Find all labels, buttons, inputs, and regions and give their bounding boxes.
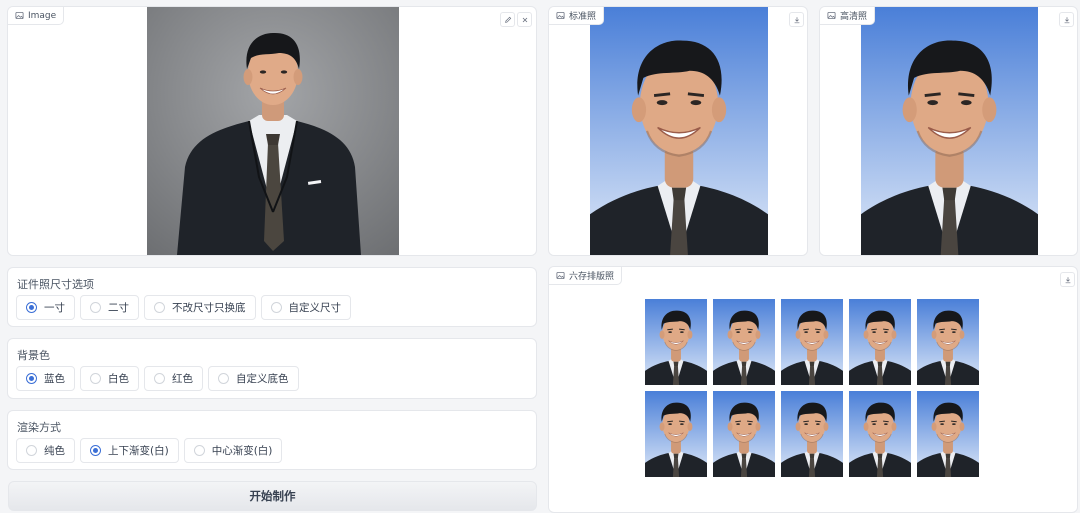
- option-label: 蓝色: [44, 373, 65, 385]
- radio-unselected: [154, 302, 165, 313]
- uploaded-portrait-image[interactable]: [147, 7, 399, 255]
- radio-unselected: [218, 373, 229, 384]
- bg-option-white[interactable]: 白色: [80, 366, 139, 391]
- business-portrait-photo: [147, 7, 399, 255]
- hd-download-button[interactable]: [1059, 12, 1074, 27]
- radio-selected: [26, 373, 37, 384]
- image-label-tag: Image: [8, 7, 65, 25]
- layout-thumb: [645, 299, 707, 385]
- image-panel: Image: [7, 6, 537, 256]
- id-portrait-blue-bg: [861, 7, 1038, 255]
- hd-photo-panel: 高清照: [819, 6, 1078, 256]
- standard-download-button[interactable]: [789, 12, 804, 27]
- background-color-title: 背景色: [17, 349, 50, 362]
- standard-photo-label: 标准照: [569, 12, 597, 22]
- radio-selected: [26, 302, 37, 313]
- hd-photo-label: 高清照: [840, 12, 868, 22]
- layout-thumb: [781, 391, 843, 477]
- render-option-center-gradient[interactable]: 中心渐变(白): [183, 438, 283, 463]
- standard-photo-panel: 标准照: [548, 6, 808, 256]
- size-option-two-inch[interactable]: 二寸: [80, 295, 139, 320]
- radio-unselected: [26, 445, 37, 456]
- layout-thumb: [781, 299, 843, 385]
- option-label: 二寸: [108, 302, 129, 314]
- close-icon: [521, 16, 529, 24]
- size-options-group: 证件照尺寸选项 一寸 二寸 不改尺寸只换底 自定义尺寸: [7, 267, 537, 327]
- size-option-keep-size[interactable]: 不改尺寸只换底: [144, 295, 256, 320]
- image-label: Image: [28, 10, 57, 21]
- image-icon: [556, 271, 565, 280]
- bg-option-blue[interactable]: 蓝色: [16, 366, 75, 391]
- layout-photo-label: 六存排版照: [569, 272, 615, 282]
- download-icon: [793, 16, 801, 24]
- hd-id-photo: [861, 7, 1038, 255]
- download-icon: [1063, 16, 1071, 24]
- option-label: 红色: [172, 373, 193, 385]
- bg-option-custom[interactable]: 自定义底色: [208, 366, 299, 391]
- layout-thumb: [917, 299, 979, 385]
- layout-thumb: [849, 299, 911, 385]
- layout-thumb: [917, 391, 979, 477]
- standard-photo-label-tag: 标准照: [549, 7, 605, 25]
- option-label: 不改尺寸只换底: [172, 302, 246, 314]
- option-label: 自定义底色: [236, 373, 289, 385]
- render-option-solid[interactable]: 纯色: [16, 438, 75, 463]
- layout-photo-grid: [645, 299, 979, 477]
- option-label: 一寸: [44, 302, 65, 314]
- render-option-vertical-gradient[interactable]: 上下渐变(白): [80, 438, 179, 463]
- image-icon: [827, 11, 836, 20]
- image-icon: [15, 11, 24, 20]
- radio-unselected: [90, 302, 101, 313]
- id-portrait-blue-bg: [590, 7, 768, 255]
- size-options-title: 证件照尺寸选项: [17, 278, 94, 291]
- radio-unselected: [154, 373, 165, 384]
- edit-button[interactable]: [500, 12, 515, 27]
- bg-option-red[interactable]: 红色: [144, 366, 203, 391]
- radio-unselected: [90, 373, 101, 384]
- start-button[interactable]: 开始制作: [8, 481, 537, 511]
- render-mode-title: 渲染方式: [17, 421, 61, 434]
- background-color-group: 背景色 蓝色 白色 红色 自定义底色: [7, 338, 537, 399]
- download-icon: [1064, 276, 1072, 284]
- standard-id-photo: [590, 7, 768, 255]
- option-label: 纯色: [44, 445, 65, 457]
- size-option-one-inch[interactable]: 一寸: [16, 295, 75, 320]
- option-label: 中心渐变(白): [211, 445, 273, 457]
- pencil-icon: [504, 16, 512, 24]
- layout-download-button[interactable]: [1060, 272, 1075, 287]
- hd-photo-label-tag: 高清照: [820, 7, 876, 25]
- option-label: 上下渐变(白): [108, 445, 169, 457]
- layout-thumb: [713, 391, 775, 477]
- radio-unselected: [193, 445, 205, 456]
- layout-photo-panel: 六存排版照: [548, 266, 1078, 513]
- option-label: 自定义尺寸: [288, 302, 342, 314]
- image-icon: [556, 11, 565, 20]
- layout-thumb: [849, 391, 911, 477]
- layout-photo-label-tag: 六存排版照: [549, 267, 623, 285]
- option-label: 白色: [108, 373, 129, 385]
- layout-thumb: [645, 391, 707, 477]
- size-option-custom[interactable]: 自定义尺寸: [260, 295, 351, 320]
- radio-selected: [90, 445, 101, 456]
- close-button[interactable]: [517, 12, 532, 27]
- layout-thumb: [713, 299, 775, 385]
- render-mode-group: 渲染方式 纯色 上下渐变(白) 中心渐变(白): [7, 410, 537, 470]
- radio-unselected: [270, 302, 282, 313]
